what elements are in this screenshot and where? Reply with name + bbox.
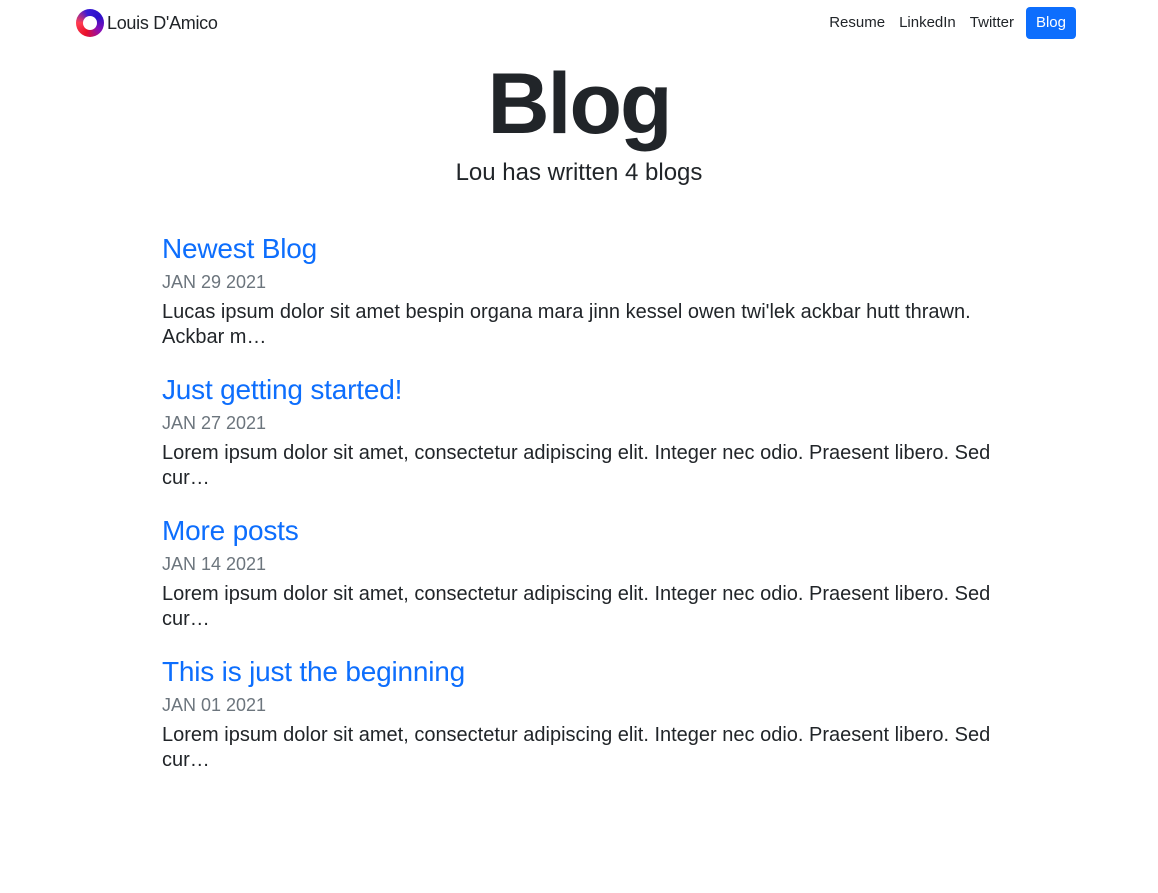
navbar: Louis D'Amico Resume LinkedIn Twitter Bl… xyxy=(0,0,1158,46)
nav-links: Resume LinkedIn Twitter Blog xyxy=(822,7,1076,39)
post-title-link[interactable]: This is just the beginning xyxy=(162,655,465,689)
page-title: Blog xyxy=(487,56,672,152)
page-header: Blog Lou has written 4 blogs xyxy=(0,56,1158,188)
post-excerpt: Lorem ipsum dolor sit amet, consectetur … xyxy=(162,724,991,771)
nav-link-twitter[interactable]: Twitter xyxy=(963,7,1021,39)
nav-link-resume[interactable]: Resume xyxy=(822,7,892,39)
page-subtitle: Lou has written 4 blogs xyxy=(455,159,703,186)
post-date: JAN 27 2021 xyxy=(162,413,267,433)
post-item: This is just the beginning JAN 01 2021 L… xyxy=(162,655,1002,773)
post-date: JAN 01 2021 xyxy=(162,695,267,715)
nav-link-linkedin[interactable]: LinkedIn xyxy=(892,7,963,39)
post-excerpt: Lorem ipsum dolor sit amet, consectetur … xyxy=(162,442,991,489)
brand-link[interactable]: Louis D'Amico xyxy=(76,8,218,38)
post-title-link[interactable]: Just getting started! xyxy=(162,373,402,407)
post-item: Newest Blog JAN 29 2021 Lucas ipsum dolo… xyxy=(162,232,1002,350)
logo-ring-icon xyxy=(76,9,104,37)
post-item: More posts JAN 14 2021 Lorem ipsum dolor… xyxy=(162,514,1002,632)
post-title-link[interactable]: More posts xyxy=(162,514,299,548)
post-excerpt: Lorem ipsum dolor sit amet, consectetur … xyxy=(162,583,991,630)
nav-link-blog[interactable]: Blog xyxy=(1025,7,1076,39)
post-title-link[interactable]: Newest Blog xyxy=(162,232,317,266)
post-item: Just getting started! JAN 27 2021 Lorem … xyxy=(162,373,1002,491)
post-excerpt: Lucas ipsum dolor sit amet bespin organa… xyxy=(162,301,971,348)
post-date: JAN 29 2021 xyxy=(162,272,267,292)
brand-name: Louis D'Amico xyxy=(107,12,218,33)
post-list: Newest Blog JAN 29 2021 Lucas ipsum dolo… xyxy=(162,232,1002,796)
post-date: JAN 14 2021 xyxy=(162,554,267,574)
